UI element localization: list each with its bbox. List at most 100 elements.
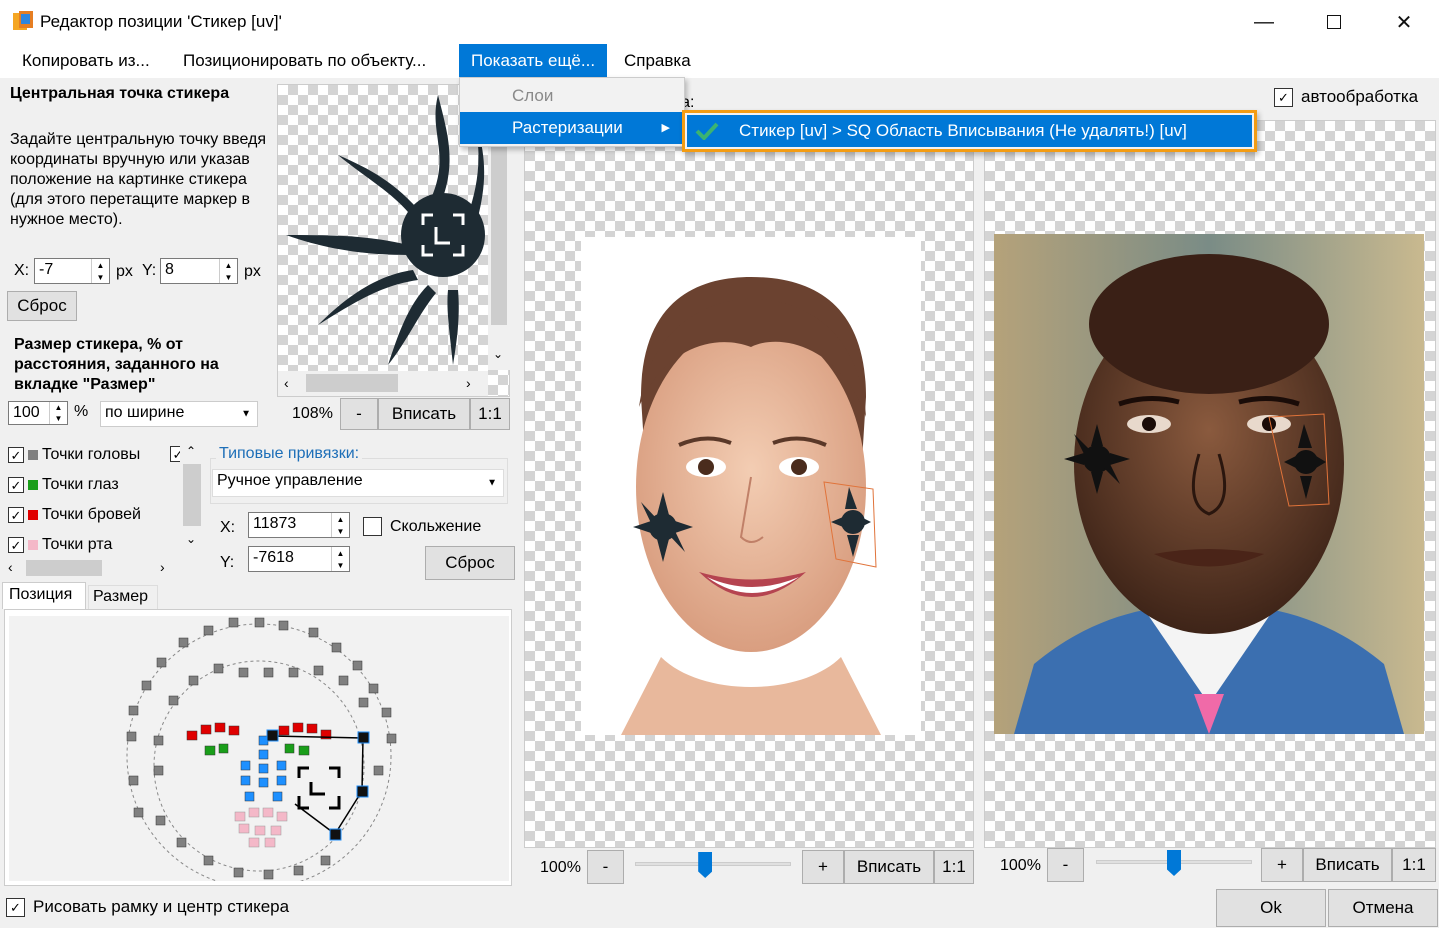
- source-one-to-one-button[interactable]: 1:1: [934, 850, 974, 884]
- spin-up-icon: ▲: [96, 260, 105, 270]
- result-fit-button[interactable]: Вписать: [1303, 848, 1392, 882]
- scroll-right-icon[interactable]: ›: [466, 375, 471, 391]
- point-groups-list: ✓ Точки головы ✓ ✓ Точки глаз ✓ Точки бр…: [4, 440, 204, 558]
- snap-y-spinner[interactable]: ▲ ▼: [331, 547, 349, 571]
- source-zoom-level: 100%: [540, 859, 581, 876]
- submenu-item-sticker-rasterization[interactable]: Стикер [uv] > SQ Область Вписывания (Не …: [687, 115, 1252, 147]
- menu-help[interactable]: Справка: [612, 44, 703, 78]
- center-y-input[interactable]: 8 ▲ ▼: [160, 258, 238, 284]
- close-button[interactable]: ✕: [1369, 0, 1439, 44]
- rasterizations-submenu: Стикер [uv] > SQ Область Вписывания (Не …: [682, 110, 1257, 152]
- draw-frame-checkbox[interactable]: ✓ Рисовать рамку и центр стикера: [6, 897, 289, 917]
- autoprocess-checkbox[interactable]: ✓ автообработка: [1274, 87, 1418, 107]
- snap-x-label: X:: [220, 519, 236, 536]
- minimize-button[interactable]: —: [1229, 0, 1299, 44]
- woman-photo: [581, 237, 921, 735]
- sticker-zoom-level: 108%: [292, 405, 333, 422]
- face-points-svg: [126, 617, 397, 889]
- autoprocess-label: автообработка: [1301, 87, 1419, 106]
- point-group-eyes[interactable]: ✓ Точки глаз: [8, 476, 119, 494]
- size-mode-value: по ширине: [105, 404, 185, 421]
- app-icon: [13, 11, 33, 30]
- result-zoom-slider-thumb[interactable]: [1167, 850, 1181, 876]
- spin-down-icon: ▼: [96, 272, 105, 282]
- result-photo-view[interactable]: [984, 120, 1436, 848]
- size-percent-spinner[interactable]: ▲ ▼: [49, 402, 67, 424]
- center-y-value: 8: [165, 261, 174, 278]
- scroll-left-icon[interactable]: ‹: [8, 559, 13, 575]
- man-face-image: [994, 234, 1424, 734]
- scroll-up-icon[interactable]: ⌃: [186, 444, 196, 458]
- sticker-hscrollbar[interactable]: ‹ ›: [278, 371, 488, 396]
- menu-item-rasterizations[interactable]: Растеризации ▶: [460, 112, 684, 144]
- points-hscrollbar[interactable]: ‹ ›: [4, 558, 178, 578]
- center-x-input[interactable]: -7 ▲ ▼: [34, 258, 110, 284]
- spin-down-icon: ▼: [224, 272, 233, 282]
- result-zoom-out-button[interactable]: -: [1047, 848, 1084, 882]
- checkbox-unchecked-icon[interactable]: [363, 517, 382, 536]
- scroll-down-icon[interactable]: ⌄: [493, 347, 503, 361]
- point-group-head[interactable]: ✓ Точки головы: [8, 446, 140, 464]
- snap-x-input[interactable]: 11873 ▲ ▼: [248, 512, 350, 538]
- sliding-label: Скольжение: [390, 517, 482, 535]
- checkbox-checked-icon[interactable]: ✓: [8, 507, 24, 523]
- sticker-zoom-out-button[interactable]: -: [340, 398, 378, 430]
- size-percent-input[interactable]: 100 ▲ ▼: [8, 401, 68, 425]
- points-hscroll-thumb[interactable]: [26, 560, 102, 576]
- checkbox-checked-icon[interactable]: ✓: [6, 897, 25, 917]
- cancel-button[interactable]: Отмена: [1328, 889, 1438, 927]
- submenu-arrow-icon: ▶: [661, 122, 670, 134]
- center-y-spinner[interactable]: ▲ ▼: [219, 259, 237, 283]
- tab-size[interactable]: Размер: [88, 585, 158, 609]
- face-points-diagram[interactable]: [9, 616, 509, 889]
- center-reset-button[interactable]: Сброс: [7, 291, 77, 321]
- source-zoom-slider-thumb[interactable]: [698, 852, 713, 878]
- scroll-left-icon[interactable]: ‹: [284, 375, 289, 391]
- color-swatch-icon: [28, 450, 38, 460]
- snap-y-input[interactable]: -7618 ▲ ▼: [248, 546, 350, 572]
- minimize-icon: —: [1254, 10, 1274, 33]
- sticker-fit-button[interactable]: Вписать: [378, 398, 470, 430]
- tab-position[interactable]: Позиция: [2, 582, 86, 609]
- points-vscroll-thumb[interactable]: [183, 464, 201, 526]
- snap-y-value: -7618: [253, 549, 294, 566]
- source-zoom-slider[interactable]: [635, 862, 791, 866]
- source-zoom-out-button[interactable]: -: [587, 850, 624, 884]
- snap-x-spinner[interactable]: ▲ ▼: [331, 513, 349, 537]
- ok-button[interactable]: Ok: [1216, 889, 1326, 927]
- mouth-points: [234, 807, 288, 848]
- spin-up-icon: ▲: [224, 260, 233, 270]
- point-group-brows[interactable]: ✓ Точки бровей: [8, 506, 141, 524]
- maximize-button[interactable]: [1299, 0, 1369, 44]
- result-zoom-in-button[interactable]: +: [1261, 848, 1303, 882]
- sticker-one-to-one-button[interactable]: 1:1: [470, 398, 510, 430]
- menu-item-layers[interactable]: Слои: [460, 80, 684, 112]
- center-x-spinner[interactable]: ▲ ▼: [91, 259, 109, 283]
- size-mode-dropdown[interactable]: по ширине ▼: [100, 401, 258, 427]
- scroll-down-icon[interactable]: ⌄: [186, 532, 196, 546]
- snap-y-label: Y:: [220, 554, 235, 571]
- snap-reset-button[interactable]: Сброс: [425, 546, 515, 580]
- checkbox-checked-icon[interactable]: ✓: [8, 477, 24, 493]
- head-points: [126, 617, 397, 880]
- point-group-label: Точки рта: [42, 536, 113, 553]
- result-one-to-one-button[interactable]: 1:1: [1392, 848, 1436, 882]
- source-zoom-in-button[interactable]: +: [802, 850, 844, 884]
- snap-mode-dropdown[interactable]: Ручное управление ▼: [212, 469, 504, 497]
- menu-position-by-object[interactable]: Позиционировать по объекту...: [171, 44, 438, 78]
- checkbox-checked-icon[interactable]: ✓: [8, 537, 24, 553]
- scroll-right-icon[interactable]: ›: [160, 559, 165, 575]
- draw-frame-label: Рисовать рамку и центр стикера: [33, 897, 290, 916]
- menu-show-more[interactable]: Показать ещё...: [459, 44, 608, 78]
- size-title: Размер стикера, % от расстояния, заданно…: [14, 336, 219, 393]
- color-swatch-icon: [28, 540, 38, 550]
- points-vscrollbar[interactable]: ⌃ ⌄: [180, 440, 204, 558]
- source-photo-view[interactable]: [524, 120, 974, 848]
- menu-copy-from[interactable]: Копировать из...: [10, 44, 162, 78]
- source-fit-button[interactable]: Вписать: [844, 850, 934, 884]
- checkbox-checked-icon[interactable]: ✓: [1274, 87, 1293, 107]
- checkbox-checked-icon[interactable]: ✓: [8, 447, 24, 463]
- sticker-hscroll-thumb[interactable]: [306, 374, 398, 392]
- sliding-checkbox[interactable]: Скольжение: [363, 517, 481, 536]
- point-group-mouth[interactable]: ✓ Точки рта: [8, 536, 112, 554]
